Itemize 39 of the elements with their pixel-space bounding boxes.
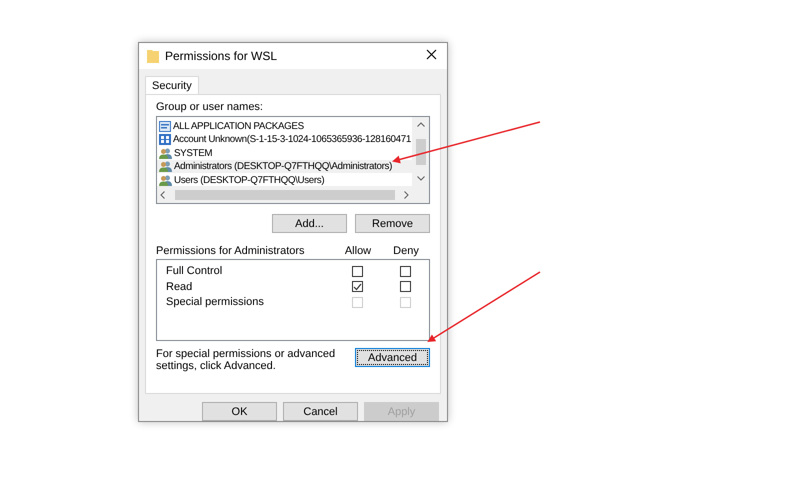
list-item[interactable]: Account Unknown(S-1-15-3-1024-1065365936-128160471 — [157, 132, 412, 146]
scroll-right-icon[interactable] — [404, 190, 409, 199]
dialog-button[interactable]: Remove — [355, 214, 430, 234]
list-item[interactable]: SYSTEM — [157, 146, 412, 160]
users-icon — [159, 148, 172, 159]
permission-name: Read — [166, 280, 194, 293]
scroll-up-icon[interactable] — [416, 122, 424, 128]
account-icon — [159, 134, 171, 146]
horizontal-scrollbar[interactable] — [157, 186, 412, 204]
tab[interactable]: Security — [145, 76, 199, 96]
scroll-thumb[interactable] — [174, 190, 394, 200]
scroll-down-icon[interactable] — [416, 176, 424, 182]
dialog-button[interactable]: Cancel — [283, 402, 358, 421]
dialog-button[interactable]: Add... — [272, 214, 347, 234]
scroll-thumb[interactable] — [416, 138, 426, 165]
permission-name: Special permissions — [166, 296, 265, 308]
column-header: Allow — [344, 245, 372, 258]
user-list[interactable]: ALL APPLICATION PACKAGES Account Unknown(S-1-15-3-1024-1065365936-128160471 SYSTEM Administrators (DESKTOP-Q7FTHQQ\Administrators) Users (DESKTOP-Q7FTHQQ\Users) — [156, 116, 430, 204]
folder-icon — [147, 49, 159, 64]
list-label: Group or user names: — [156, 101, 264, 114]
permissions-label: Permissions for Administrators — [156, 245, 306, 258]
advanced-hint: For special permissions or advanced settings, click Advanced. — [156, 348, 336, 372]
vertical-scrollbar[interactable] — [412, 117, 429, 186]
checkbox[interactable] — [352, 266, 362, 277]
list-item[interactable]: Users (DESKTOP-Q7FTHQQ\Users) — [157, 173, 412, 186]
permission-name: Full Control — [166, 265, 224, 278]
dialog-button[interactable]: OK — [202, 402, 277, 421]
column-header: Deny — [392, 245, 420, 258]
advanced-button[interactable]: Advanced — [355, 348, 430, 368]
scroll-left-icon[interactable] — [160, 190, 165, 199]
list-item[interactable]: Administrators (DESKTOP-Q7FTHQQ\Administrators) — [157, 160, 412, 174]
package-icon — [159, 120, 171, 132]
checkbox[interactable] — [400, 281, 410, 292]
checkbox[interactable] — [352, 281, 362, 292]
checkbox[interactable] — [400, 266, 410, 277]
users-icon — [159, 161, 172, 172]
list-item[interactable]: ALL APPLICATION PACKAGES — [157, 119, 412, 133]
users-icon — [159, 174, 172, 186]
window-title: Permissions for WSL — [165, 49, 278, 64]
